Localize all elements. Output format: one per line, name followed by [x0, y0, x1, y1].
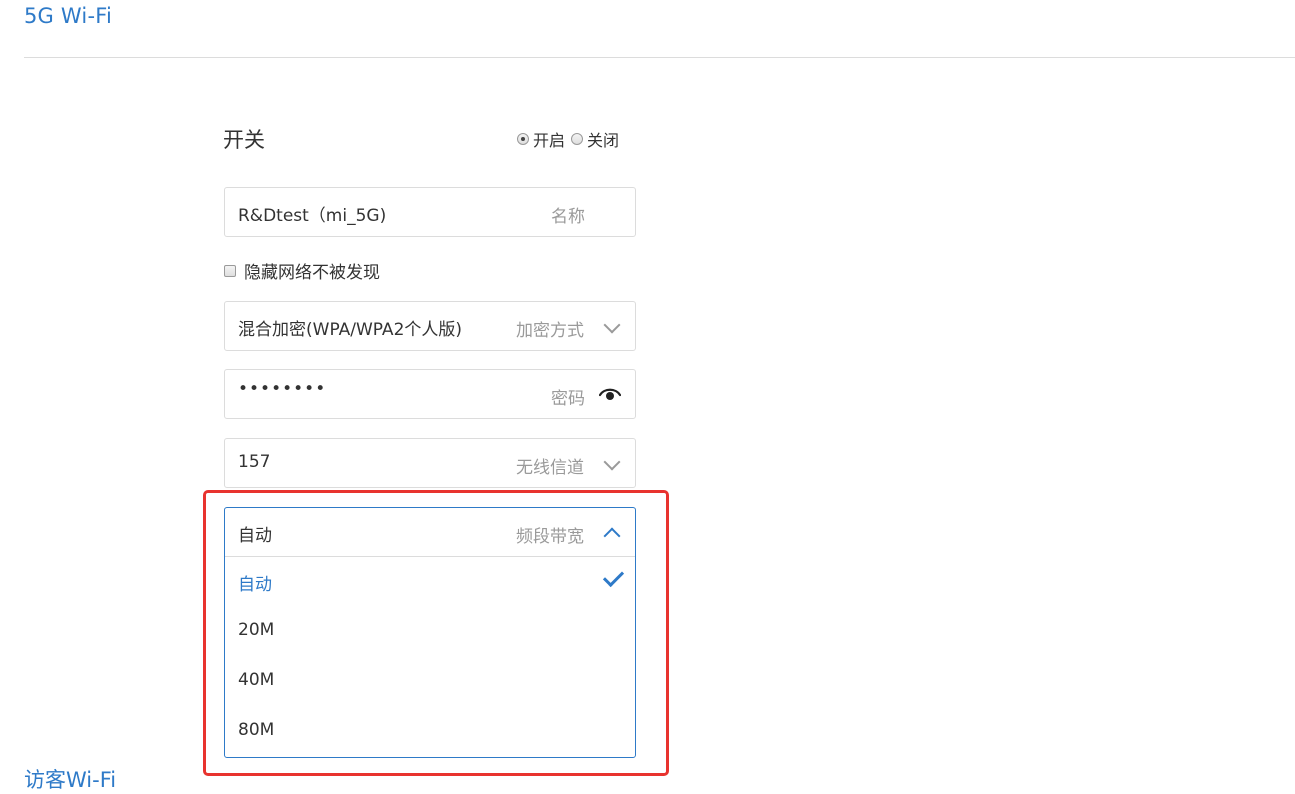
hidden-network-label[interactable]: 隐藏网络不被发现: [244, 258, 380, 283]
channel-select[interactable]: 157 无线信道: [224, 438, 636, 488]
switch-radio-group: 开启 关闭: [517, 127, 625, 151]
section-title-5g-wifi: 5G Wi-Fi: [24, 4, 113, 28]
highlight-annotation-box: [203, 490, 669, 776]
hidden-network-checkbox[interactable]: [224, 264, 236, 277]
encryption-hint: 加密方式: [516, 321, 584, 341]
password-field[interactable]: •••••••• 密码: [224, 369, 636, 419]
radio-off-label[interactable]: 关闭: [587, 127, 619, 151]
channel-hint: 无线信道: [516, 458, 584, 478]
wifi-name-hint: 名称: [551, 207, 585, 227]
eye-icon[interactable]: [599, 387, 621, 401]
encryption-select[interactable]: 混合加密(WPA/WPA2个人版) 加密方式: [224, 301, 636, 351]
password-input[interactable]: ••••••••: [238, 379, 326, 399]
divider: [24, 57, 1295, 58]
wifi-name-input[interactable]: R&Dtest（mi_5G): [238, 201, 386, 226]
radio-off[interactable]: [571, 133, 584, 145]
channel-value: 157: [238, 452, 271, 472]
hidden-network-row[interactable]: 隐藏网络不被发现: [224, 258, 380, 283]
wifi-name-field[interactable]: R&Dtest（mi_5G) 名称: [224, 187, 636, 237]
encryption-value: 混合加密(WPA/WPA2个人版): [238, 320, 463, 340]
chevron-down-icon[interactable]: [603, 453, 621, 471]
password-hint: 密码: [551, 389, 585, 409]
switch-label: 开关: [223, 128, 265, 152]
section-title-guest-wifi: 访客Wi-Fi: [24, 768, 117, 792]
radio-on[interactable]: [517, 133, 529, 145]
radio-on-label[interactable]: 开启: [533, 127, 565, 151]
chevron-down-icon[interactable]: [603, 316, 621, 334]
